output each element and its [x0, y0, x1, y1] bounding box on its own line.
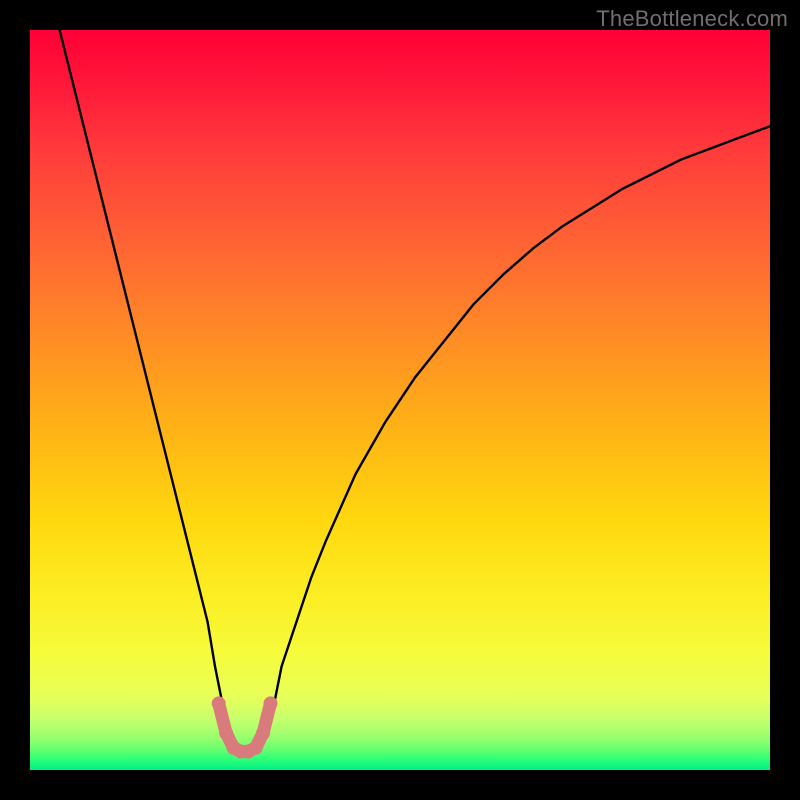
highlight-band	[212, 696, 278, 758]
chart-plot-area	[30, 30, 770, 770]
watermark-text: TheBottleneck.com	[596, 6, 788, 32]
bottleneck-curve	[60, 30, 770, 752]
chart-svg	[30, 30, 770, 770]
